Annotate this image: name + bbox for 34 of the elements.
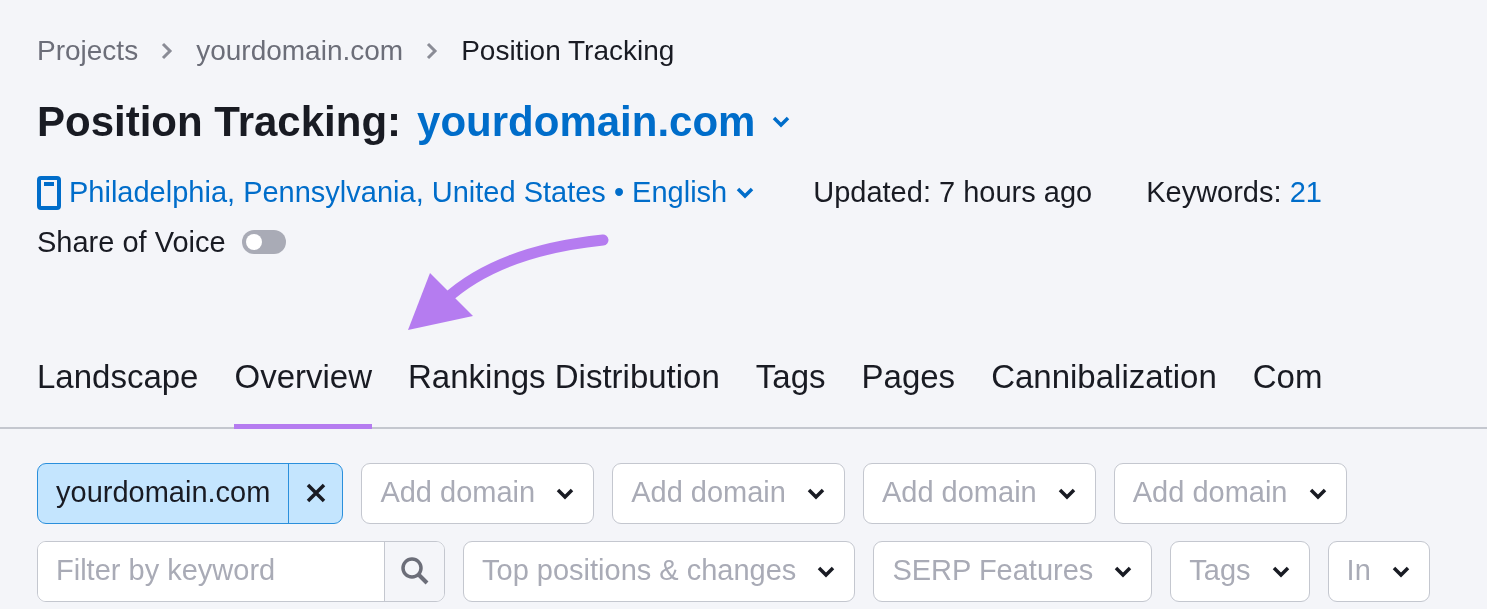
chevron-icon [805, 486, 826, 500]
chevron-icon [1307, 486, 1328, 500]
domain-dropdown[interactable]: yourdomain.com [417, 90, 792, 153]
chevron-icon [771, 115, 792, 128]
chevron-right-icon [160, 41, 175, 61]
updated-text: Updated: 7 hours ago [813, 175, 1093, 210]
toggle-switch[interactable] [241, 230, 286, 255]
page-title: Position Tracking: [37, 97, 402, 147]
tab[interactable]: Pages [861, 352, 956, 429]
chevron-right-icon [425, 41, 440, 61]
breadcrumb-link[interactable]: Projects [37, 30, 139, 72]
chevron-icon [1056, 486, 1077, 500]
domain-chip[interactable]: yourdomain.com [37, 462, 344, 524]
keywords-text: Keywords: 21 [1146, 175, 1322, 210]
chevron-icon [1390, 564, 1411, 578]
tab[interactable]: Cannibalization [991, 352, 1217, 429]
location-dropdown[interactable]: Philadelphia, Pennsylvania, United States • English [37, 171, 756, 215]
tab[interactable]: Landscape [37, 352, 199, 429]
tab[interactable]: Com [1252, 352, 1323, 429]
breadcrumb-current: Position Tracking [461, 34, 675, 68]
chevron-icon [1270, 564, 1291, 578]
tab[interactable]: Tags [755, 352, 826, 429]
chevron-icon [735, 186, 756, 200]
toggle-label: Share of Voice [37, 224, 226, 260]
chevron-icon [816, 564, 837, 578]
phone-icon [37, 175, 61, 210]
chevron-icon [555, 486, 576, 500]
breadcrumb-link[interactable]: yourdomain.com [196, 30, 404, 72]
tab[interactable]: Overview [234, 352, 372, 429]
close-icon[interactable] [304, 482, 327, 504]
tab[interactable]: Rankings Distribution [408, 352, 720, 429]
search-field[interactable]: Filter by keyword [37, 540, 445, 602]
chevron-icon [1113, 564, 1134, 578]
search-icon[interactable] [399, 556, 430, 586]
